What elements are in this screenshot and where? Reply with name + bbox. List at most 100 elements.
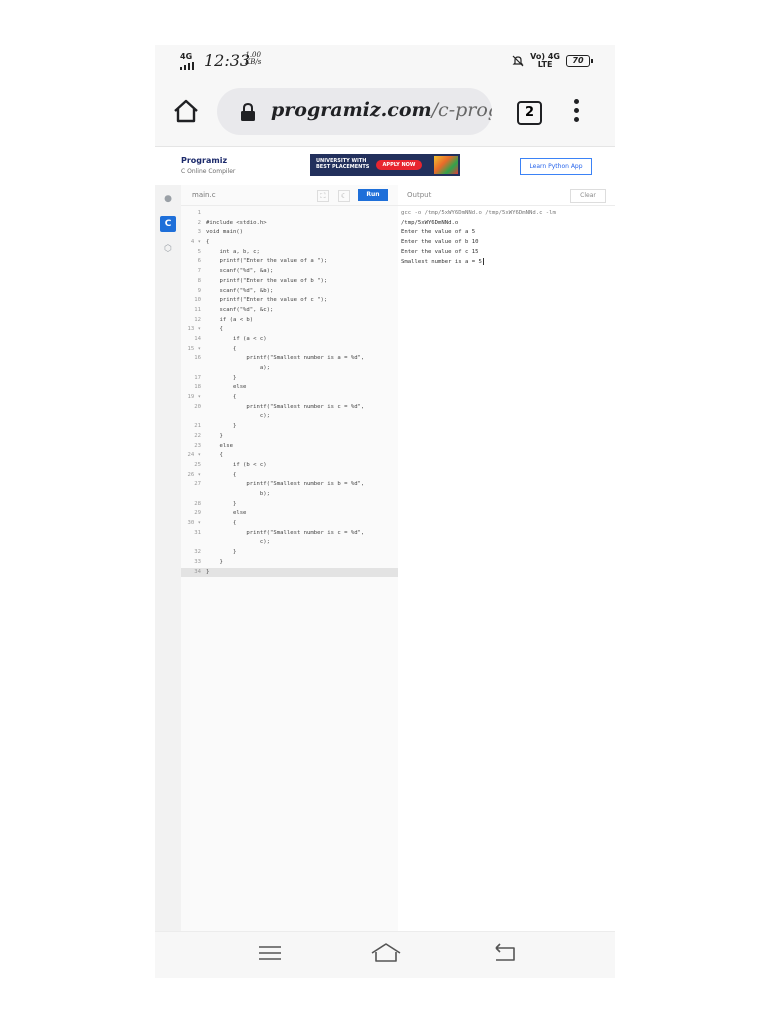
code-text: printf("Enter the value of b "); — [206, 277, 328, 284]
programiz-logo[interactable]: Programiz — [181, 156, 227, 165]
code-line: 15 ▾ { — [181, 345, 398, 355]
battery-icon: 70 — [566, 55, 593, 67]
line-number: 34 — [194, 568, 201, 575]
line-number: 24 ▾ — [187, 452, 201, 459]
language-rail: ● C ⬡ — [155, 185, 182, 932]
python-icon[interactable]: ● — [160, 191, 176, 207]
code-text: } — [206, 558, 223, 565]
code-text: { — [206, 326, 223, 333]
c-language-icon[interactable]: C — [160, 216, 176, 232]
line-number: 1 — [197, 210, 201, 216]
code-text: void main() — [206, 229, 244, 236]
output-line: Smallest number is a = 5 — [401, 257, 611, 268]
file-tab[interactable]: main.c — [192, 191, 216, 199]
url-domain: programiz.com — [271, 99, 432, 121]
code-line: 10 printf("Enter the value of c "); — [181, 296, 398, 306]
line-number: 19 ▾ — [187, 394, 201, 401]
code-text: } — [206, 500, 237, 507]
status-bar: 4G 12:33 1.00 KB/s Vo) 4G LTE 70 — [155, 45, 615, 79]
code-line: 4 ▾ { — [181, 238, 398, 248]
line-number: 11 — [194, 306, 201, 313]
output-line-text: Enter the value of b 10 — [401, 239, 479, 246]
code-line: 27 printf("Smallest number is b = %d", b… — [181, 480, 398, 499]
lock-icon — [241, 103, 255, 121]
code-line: 26 ▾ { — [181, 471, 398, 481]
code-text: } — [206, 423, 237, 430]
line-number: 4 ▾ — [190, 239, 201, 246]
line-number: 16 — [194, 355, 201, 362]
phone-screen: 4G 12:33 1.00 KB/s Vo) 4G LTE 70 program… — [155, 45, 615, 978]
line-number: 22 — [194, 432, 201, 439]
back-icon[interactable] — [492, 942, 518, 964]
fullscreen-icon[interactable]: ⛶ — [317, 190, 329, 202]
code-text: printf("Smallest number is a = %d", a); — [246, 355, 365, 372]
ad-banner[interactable]: UNIVERSITY WITH BEST PLACEMENTS APPLY NO… — [310, 154, 460, 176]
home-icon[interactable] — [173, 98, 199, 124]
more-menu-icon[interactable] — [572, 99, 580, 125]
line-number: 10 — [194, 297, 201, 304]
status-right: Vo) 4G LTE 70 — [512, 53, 593, 69]
line-number: 26 ▾ — [187, 471, 201, 478]
code-editor: main.c ⛶ ☾ Run 1 2 #include <stdio.h> 3 void… — [181, 185, 399, 932]
code-text: else — [206, 510, 247, 517]
clock: 12:33 — [204, 51, 251, 70]
lte-bottom: LTE — [537, 60, 553, 69]
system-nav-bar — [155, 931, 615, 978]
code-text: { — [206, 452, 223, 459]
code-line: 34} — [181, 567, 398, 578]
code-line: 6 printf("Enter the value of a "); — [181, 257, 398, 267]
web-content: Programiz C Online Compiler UNIVERSITY W… — [155, 146, 615, 932]
speed-unit: KB/s — [245, 58, 262, 66]
line-number: 31 — [194, 529, 201, 536]
output-line-text: /tmp/5xWY6DmNNd.o — [401, 219, 459, 226]
signal-icon — [180, 62, 194, 70]
output-title: Output — [407, 191, 432, 199]
output-line: Enter the value of b 10 — [401, 238, 611, 248]
home-nav-icon[interactable] — [370, 942, 402, 964]
code-line: 1 — [181, 209, 398, 219]
cpp-icon[interactable]: ⬡ — [160, 241, 176, 257]
tab-switcher-button[interactable]: 2 — [517, 101, 542, 125]
output-line-text: Enter the value of c 15 — [401, 248, 479, 255]
run-button[interactable]: Run — [358, 189, 388, 201]
code-line: 5 int a, b, c; — [181, 248, 398, 258]
line-number: 30 ▾ — [187, 520, 201, 527]
code-text: { — [206, 394, 237, 401]
code-line: 19 ▾ { — [181, 393, 398, 403]
code-text: { — [206, 239, 210, 246]
line-number: 27 — [194, 481, 201, 488]
output-console[interactable]: gcc -o /tmp/5xWY6DmNNd.o /tmp/5xWY6DmNNd… — [401, 209, 611, 267]
code-text: int a, b, c; — [206, 248, 260, 255]
code-line: 7 scanf("%d", &a); — [181, 267, 398, 277]
theme-icon[interactable]: ☾ — [338, 190, 350, 202]
code-line: 16 printf("Smallest number is a = %d", a… — [181, 354, 398, 373]
code-line: 28 } — [181, 500, 398, 510]
line-number: 32 — [194, 549, 201, 556]
code-line: 2 #include <stdio.h> — [181, 219, 398, 229]
code-text: printf("Enter the value of c "); — [206, 297, 328, 304]
line-number: 15 ▾ — [187, 345, 201, 352]
code-text: printf("Smallest number is c = %d", c); — [246, 529, 365, 546]
output-line: Enter the value of a 5 — [401, 228, 611, 238]
code-line: 17 } — [181, 374, 398, 384]
learn-python-app-button[interactable]: Learn Python App — [520, 158, 592, 175]
output-line-text: Enter the value of a 5 — [401, 229, 476, 236]
recent-apps-icon[interactable] — [257, 942, 283, 964]
code-line: 13 ▾ { — [181, 325, 398, 335]
line-number: 7 — [197, 268, 201, 275]
address-bar[interactable]: programiz.com/c-progr — [217, 88, 492, 135]
code-line: 14 if (a < c) — [181, 335, 398, 345]
code-line: 22 } — [181, 432, 398, 442]
output-panel: Output Clear gcc -o /tmp/5xWY6DmNNd.o /t… — [398, 185, 615, 932]
code-text: printf("Smallest number is c = %d", c); — [246, 403, 365, 420]
apply-now-button[interactable]: APPLY NOW — [376, 160, 422, 170]
line-number: 14 — [194, 335, 201, 342]
code-text: { — [206, 345, 237, 352]
ad-text: UNIVERSITY WITH BEST PLACEMENTS — [316, 158, 370, 170]
code-area[interactable]: 1 2 #include <stdio.h> 3 void main() 4 ▾{5 in… — [181, 209, 398, 578]
clear-button[interactable]: Clear — [570, 189, 606, 203]
line-number: 29 — [194, 510, 201, 517]
code-text: if (a < c) — [206, 335, 267, 342]
line-number: 2 — [197, 219, 201, 226]
output-line-text: Smallest number is a = 5 — [401, 258, 482, 265]
